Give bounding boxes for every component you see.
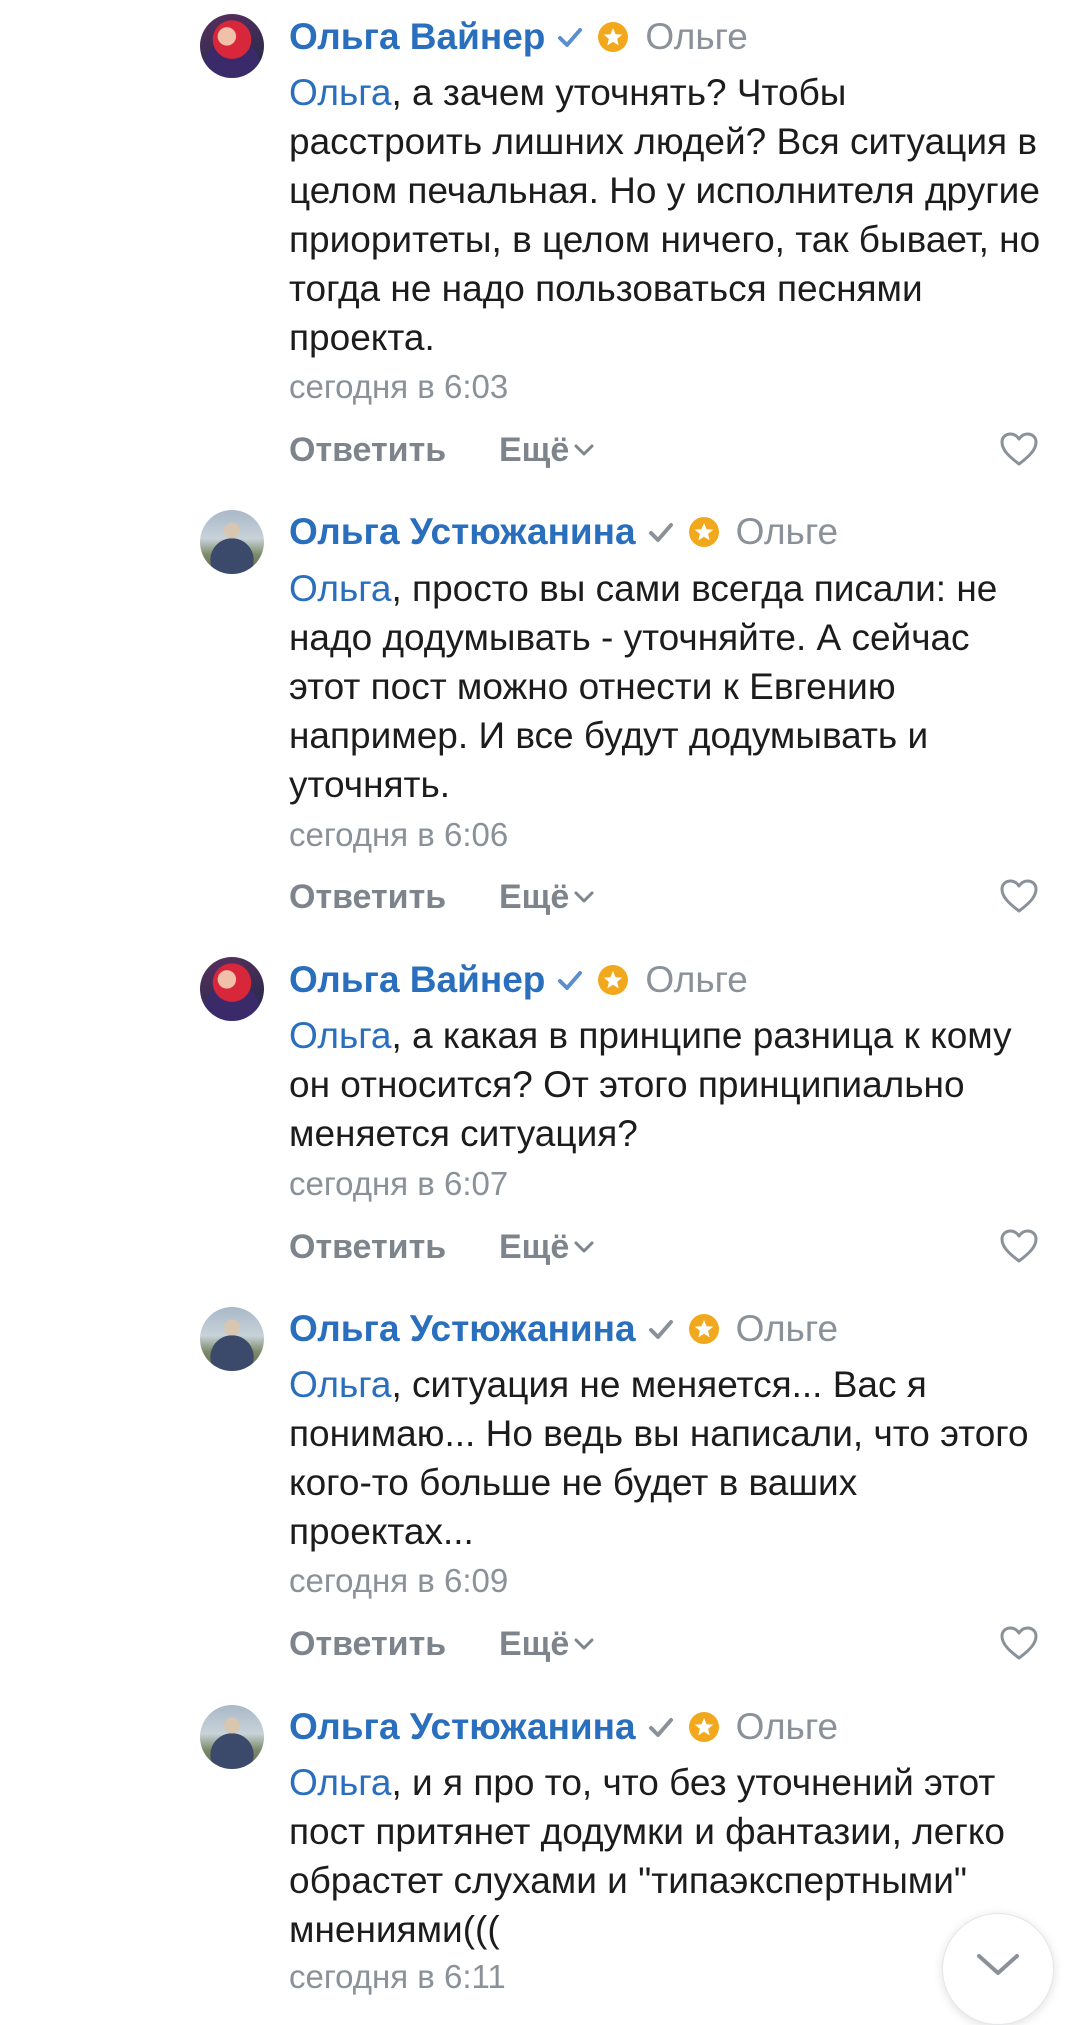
mention-link[interactable]: Ольга <box>289 72 392 113</box>
comment-text: Ольга, просто вы сами всегда писали: не … <box>289 564 1049 809</box>
author-name[interactable]: Ольга Вайнер <box>289 959 545 1001</box>
mention-link[interactable]: Ольга <box>289 1015 392 1056</box>
comment-text: Ольга, а какая в принципе разница к кому… <box>289 1011 1049 1158</box>
scroll-down-button[interactable] <box>942 1913 1054 2025</box>
reply-button[interactable]: Ответить <box>289 1619 446 1669</box>
check-icon <box>648 521 674 543</box>
avatar[interactable] <box>200 1307 264 1371</box>
comment-actions: Ответить Ещё <box>289 425 1039 475</box>
more-label: Ещё <box>499 1228 570 1266</box>
avatar[interactable] <box>200 510 264 574</box>
more-label: Ещё <box>499 431 570 469</box>
reply-to-label[interactable]: Ольге <box>645 16 748 58</box>
chevron-down-icon <box>574 891 594 903</box>
author-name[interactable]: Ольга Устюжанина <box>289 1706 636 1748</box>
comment-text: Ольга, а зачем уточнять? Чтобы расстроит… <box>289 68 1049 362</box>
heart-icon[interactable] <box>999 1228 1039 1269</box>
heart-icon[interactable] <box>999 1625 1039 1666</box>
heart-icon[interactable] <box>999 878 1039 919</box>
more-label: Ещё <box>499 878 570 916</box>
reply-to-label[interactable]: Ольге <box>645 959 748 1001</box>
timestamp: сегодня в 6:07 <box>289 1165 509 1202</box>
chevron-down-icon <box>574 1241 594 1253</box>
timestamp: сегодня в 6:06 <box>289 816 509 853</box>
author-name[interactable]: Ольга Устюжанина <box>289 1308 636 1350</box>
timestamp: сегодня в 6:03 <box>289 368 509 405</box>
comment-actions: Ответить Ещё <box>289 872 1039 922</box>
author-name[interactable]: Ольга Устюжанина <box>289 511 636 553</box>
chevron-down-icon <box>574 1638 594 1650</box>
star-badge-icon <box>597 964 629 996</box>
mention-link[interactable]: Ольга <box>289 568 392 609</box>
star-badge-icon <box>597 21 629 53</box>
reply-button[interactable]: Ответить <box>289 1222 446 1272</box>
scroll-down-icon <box>977 1954 1019 1975</box>
reply-button[interactable]: Ответить <box>289 425 446 475</box>
comment-body: , ситуация не меняется... Вас я понимаю.… <box>289 1364 1029 1552</box>
reply-to-label[interactable]: Ольге <box>736 511 839 553</box>
more-label: Ещё <box>499 1625 570 1663</box>
star-badge-icon <box>688 1711 720 1743</box>
mention-link[interactable]: Ольга <box>289 1364 392 1405</box>
timestamp: сегодня в 6:09 <box>289 1562 509 1599</box>
more-button[interactable]: Ещё <box>499 1619 595 1669</box>
check-icon <box>557 969 583 991</box>
avatar[interactable] <box>200 1705 264 1769</box>
reply-to-label[interactable]: Ольге <box>736 1706 839 1748</box>
star-badge-icon <box>688 1313 720 1345</box>
author-name[interactable]: Ольга Вайнер <box>289 16 545 58</box>
comment-text: Ольга, и я про то, что без уточнений это… <box>289 1758 1049 1954</box>
reply-to-label[interactable]: Ольге <box>736 1308 839 1350</box>
heart-icon[interactable] <box>999 431 1039 472</box>
avatar[interactable] <box>200 957 264 1021</box>
mention-link[interactable]: Ольга <box>289 1762 392 1803</box>
more-button[interactable]: Ещё <box>499 872 595 922</box>
check-icon <box>648 1318 674 1340</box>
comment-body: , а зачем уточнять? Чтобы расстроить лиш… <box>289 72 1041 358</box>
comment-body: , и я про то, что без уточнений этот пос… <box>289 1762 1006 1950</box>
more-button[interactable]: Ещё <box>499 1222 595 1272</box>
chevron-down-icon <box>574 444 594 456</box>
comment-text: Ольга, ситуация не меняется... Вас я пон… <box>289 1360 1049 1556</box>
star-badge-icon <box>688 516 720 548</box>
check-icon <box>648 1716 674 1738</box>
avatar[interactable] <box>200 14 264 78</box>
more-button[interactable]: Ещё <box>499 425 595 475</box>
comment-body: , просто вы сами всегда писали: не надо … <box>289 568 998 805</box>
check-icon <box>557 26 583 48</box>
comment-actions: Ответить Ещё <box>289 1619 1039 1669</box>
timestamp: сегодня в 6:11 <box>289 1958 506 1995</box>
comment-actions: Ответить Ещё <box>289 1222 1039 1272</box>
reply-button[interactable]: Ответить <box>289 872 446 922</box>
comment-body: , а какая в принципе разница к кому он о… <box>289 1015 1012 1154</box>
